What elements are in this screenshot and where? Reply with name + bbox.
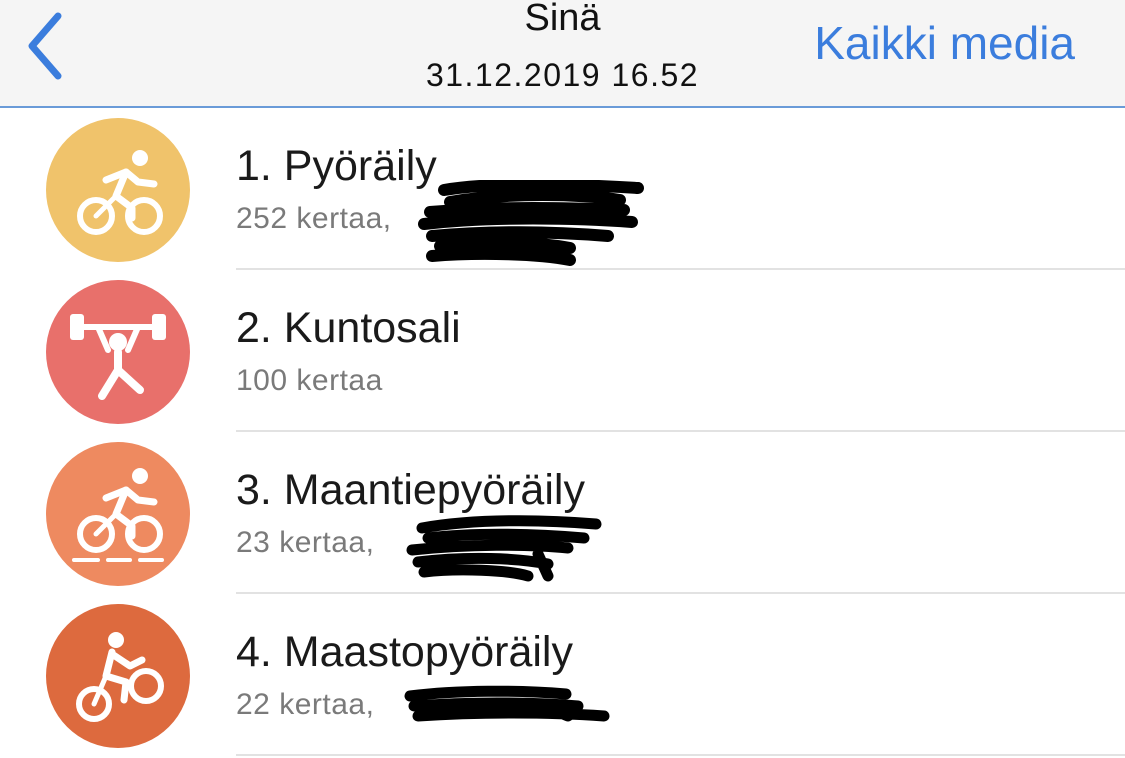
redaction-scribble (406, 515, 602, 582)
activity-title: 3. Maantiepyöräily (236, 466, 585, 514)
list-item[interactable]: 3. Maantiepyöräily 23 kertaa, (0, 432, 1125, 594)
list-item[interactable]: 2. Kuntosali 100 kertaa (0, 270, 1125, 432)
list-item[interactable]: 1. Pyöräily 252 kertaa, (0, 108, 1125, 270)
cycling-icon (46, 118, 190, 262)
navigation-bar: Sinä 31.12.2019 16.52 Kaikki media (0, 0, 1125, 108)
weightlifting-icon (46, 280, 190, 424)
redaction-scribble (404, 685, 610, 722)
activity-count: 23 kertaa, (236, 526, 375, 559)
activity-count: 252 kertaa, (236, 202, 392, 235)
activity-title: 2. Kuntosali (236, 304, 461, 352)
activity-title: 4. Maastopyöräily (236, 628, 573, 676)
redaction-scribble (418, 180, 644, 266)
all-media-button[interactable]: Kaikki media (814, 18, 1075, 68)
list-item[interactable]: 4. Maastopyöräily 22 kertaa, (0, 594, 1125, 756)
road-cycling-icon (46, 442, 190, 586)
activity-title: 1. Pyöräily (236, 142, 437, 190)
row-divider (236, 754, 1125, 756)
mountain-biking-icon (46, 604, 190, 748)
activity-count: 100 kertaa (236, 364, 383, 397)
activity-count: 22 kertaa, (236, 688, 375, 721)
